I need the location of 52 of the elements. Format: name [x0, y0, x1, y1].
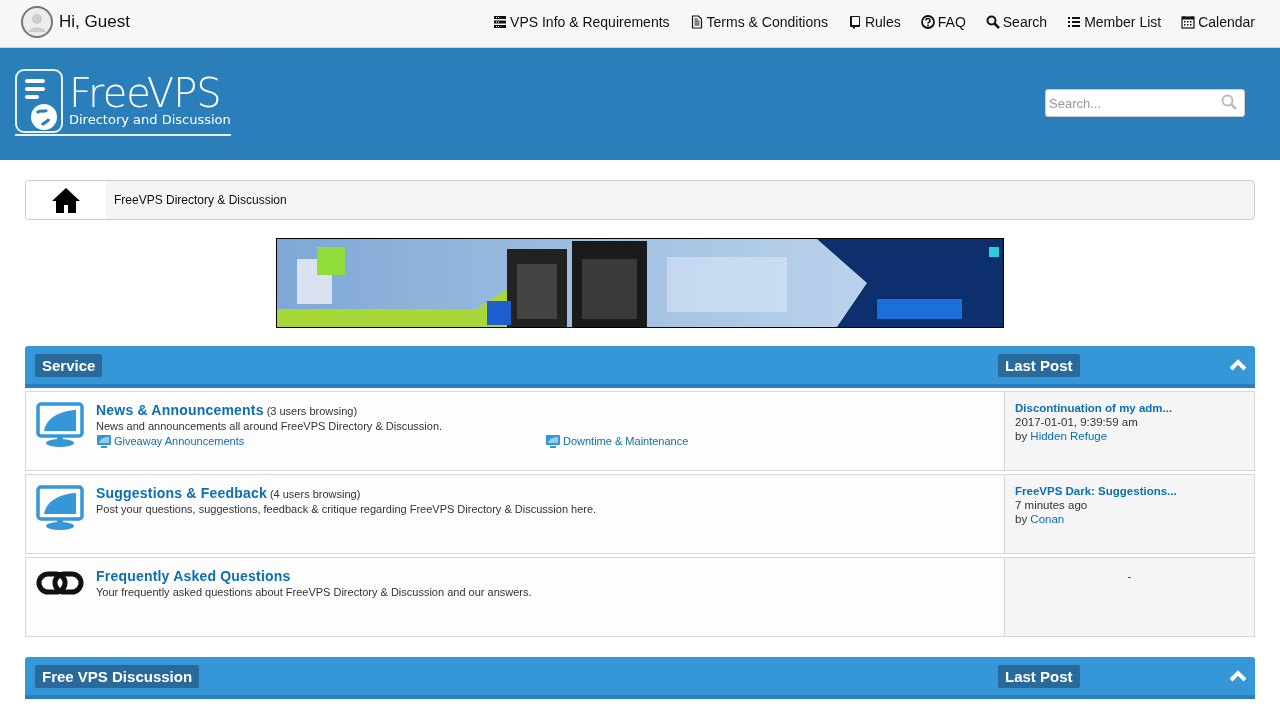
- search-icon: [1221, 94, 1237, 110]
- forum-description: News and announcements all around FreeVPS Directory & Discussion.: [96, 420, 444, 432]
- server-icon: [493, 15, 508, 29]
- search-field[interactable]: Search...: [1045, 89, 1245, 117]
- last-post-link[interactable]: Discontinuation of my adm...: [1015, 402, 1173, 414]
- forum-description: Your frequently asked questions about FreeVPS Directory & Discussion and our answers.: [96, 586, 533, 598]
- monitor-icon: [545, 434, 561, 448]
- browsing-count: (4 users browsing): [269, 488, 361, 500]
- nav-link[interactable]: Member List: [1067, 14, 1162, 30]
- nav-link[interactable]: FAQ: [920, 14, 966, 30]
- home-icon: [51, 186, 81, 214]
- forum-description: Post your questions, suggestions, feedback & critique regarding FreeVPS Directory & Discussion here.: [96, 503, 598, 515]
- book-icon: [847, 15, 862, 29]
- monitor-icon: [36, 485, 84, 530]
- subforum-link[interactable]: Downtime & Maintenance: [545, 434, 689, 448]
- column-header: Last Post: [998, 353, 1080, 377]
- last-post-link[interactable]: FreeVPS Dark: Suggestions...: [1015, 485, 1177, 497]
- nav-link[interactable]: VPS Info & Requirements: [493, 14, 670, 30]
- monitor-icon: [96, 434, 112, 448]
- post-time: 2017-01-01, 9:39:59 am: [1015, 416, 1139, 428]
- nav-link[interactable]: Search: [985, 14, 1048, 30]
- by-label: by: [1015, 513, 1029, 525]
- category-title: Free VPS Discussion: [35, 664, 200, 688]
- collapse-icon[interactable]: [1229, 357, 1247, 373]
- no-posts-text: -: [1127, 569, 1132, 582]
- logo-title: FreeVPS: [69, 74, 221, 112]
- browsing-count: (3 users browsing): [266, 405, 358, 417]
- column-header: Last Post: [998, 664, 1080, 688]
- monitor-icon: [36, 402, 84, 447]
- author-link[interactable]: Conan: [1030, 513, 1065, 525]
- greeting: Hi, Guest: [59, 12, 130, 32]
- collapse-icon[interactable]: [1229, 668, 1247, 684]
- nav-link[interactable]: Terms & Conditions: [689, 14, 828, 30]
- nav-link[interactable]: Calendar: [1181, 14, 1255, 30]
- help-icon: [920, 15, 935, 29]
- forum-title[interactable]: Suggestions & Feedback: [96, 485, 267, 501]
- avatar-icon: [20, 5, 54, 39]
- category-title: Service: [35, 353, 103, 377]
- home-button[interactable]: [26, 181, 106, 219]
- by-label: by: [1015, 430, 1029, 442]
- calendar-icon: [1181, 15, 1196, 29]
- subforum-link[interactable]: Giveaway Announcements: [96, 434, 245, 448]
- breadcrumb-link[interactable]: FreeVPS Directory & Discussion: [114, 193, 287, 207]
- nav-link[interactable]: Rules: [847, 14, 901, 30]
- forum-title[interactable]: News & Announcements: [96, 402, 264, 418]
- search-icon: [985, 15, 1000, 29]
- list-icon: [1067, 15, 1082, 29]
- logo-subtitle: Directory and Discussion: [69, 112, 231, 128]
- author-link[interactable]: Hidden Refuge: [1030, 430, 1108, 442]
- forum-title[interactable]: Frequently Asked Questions: [96, 568, 291, 584]
- post-time: 7 minutes ago: [1015, 499, 1089, 511]
- document-icon: [689, 15, 704, 29]
